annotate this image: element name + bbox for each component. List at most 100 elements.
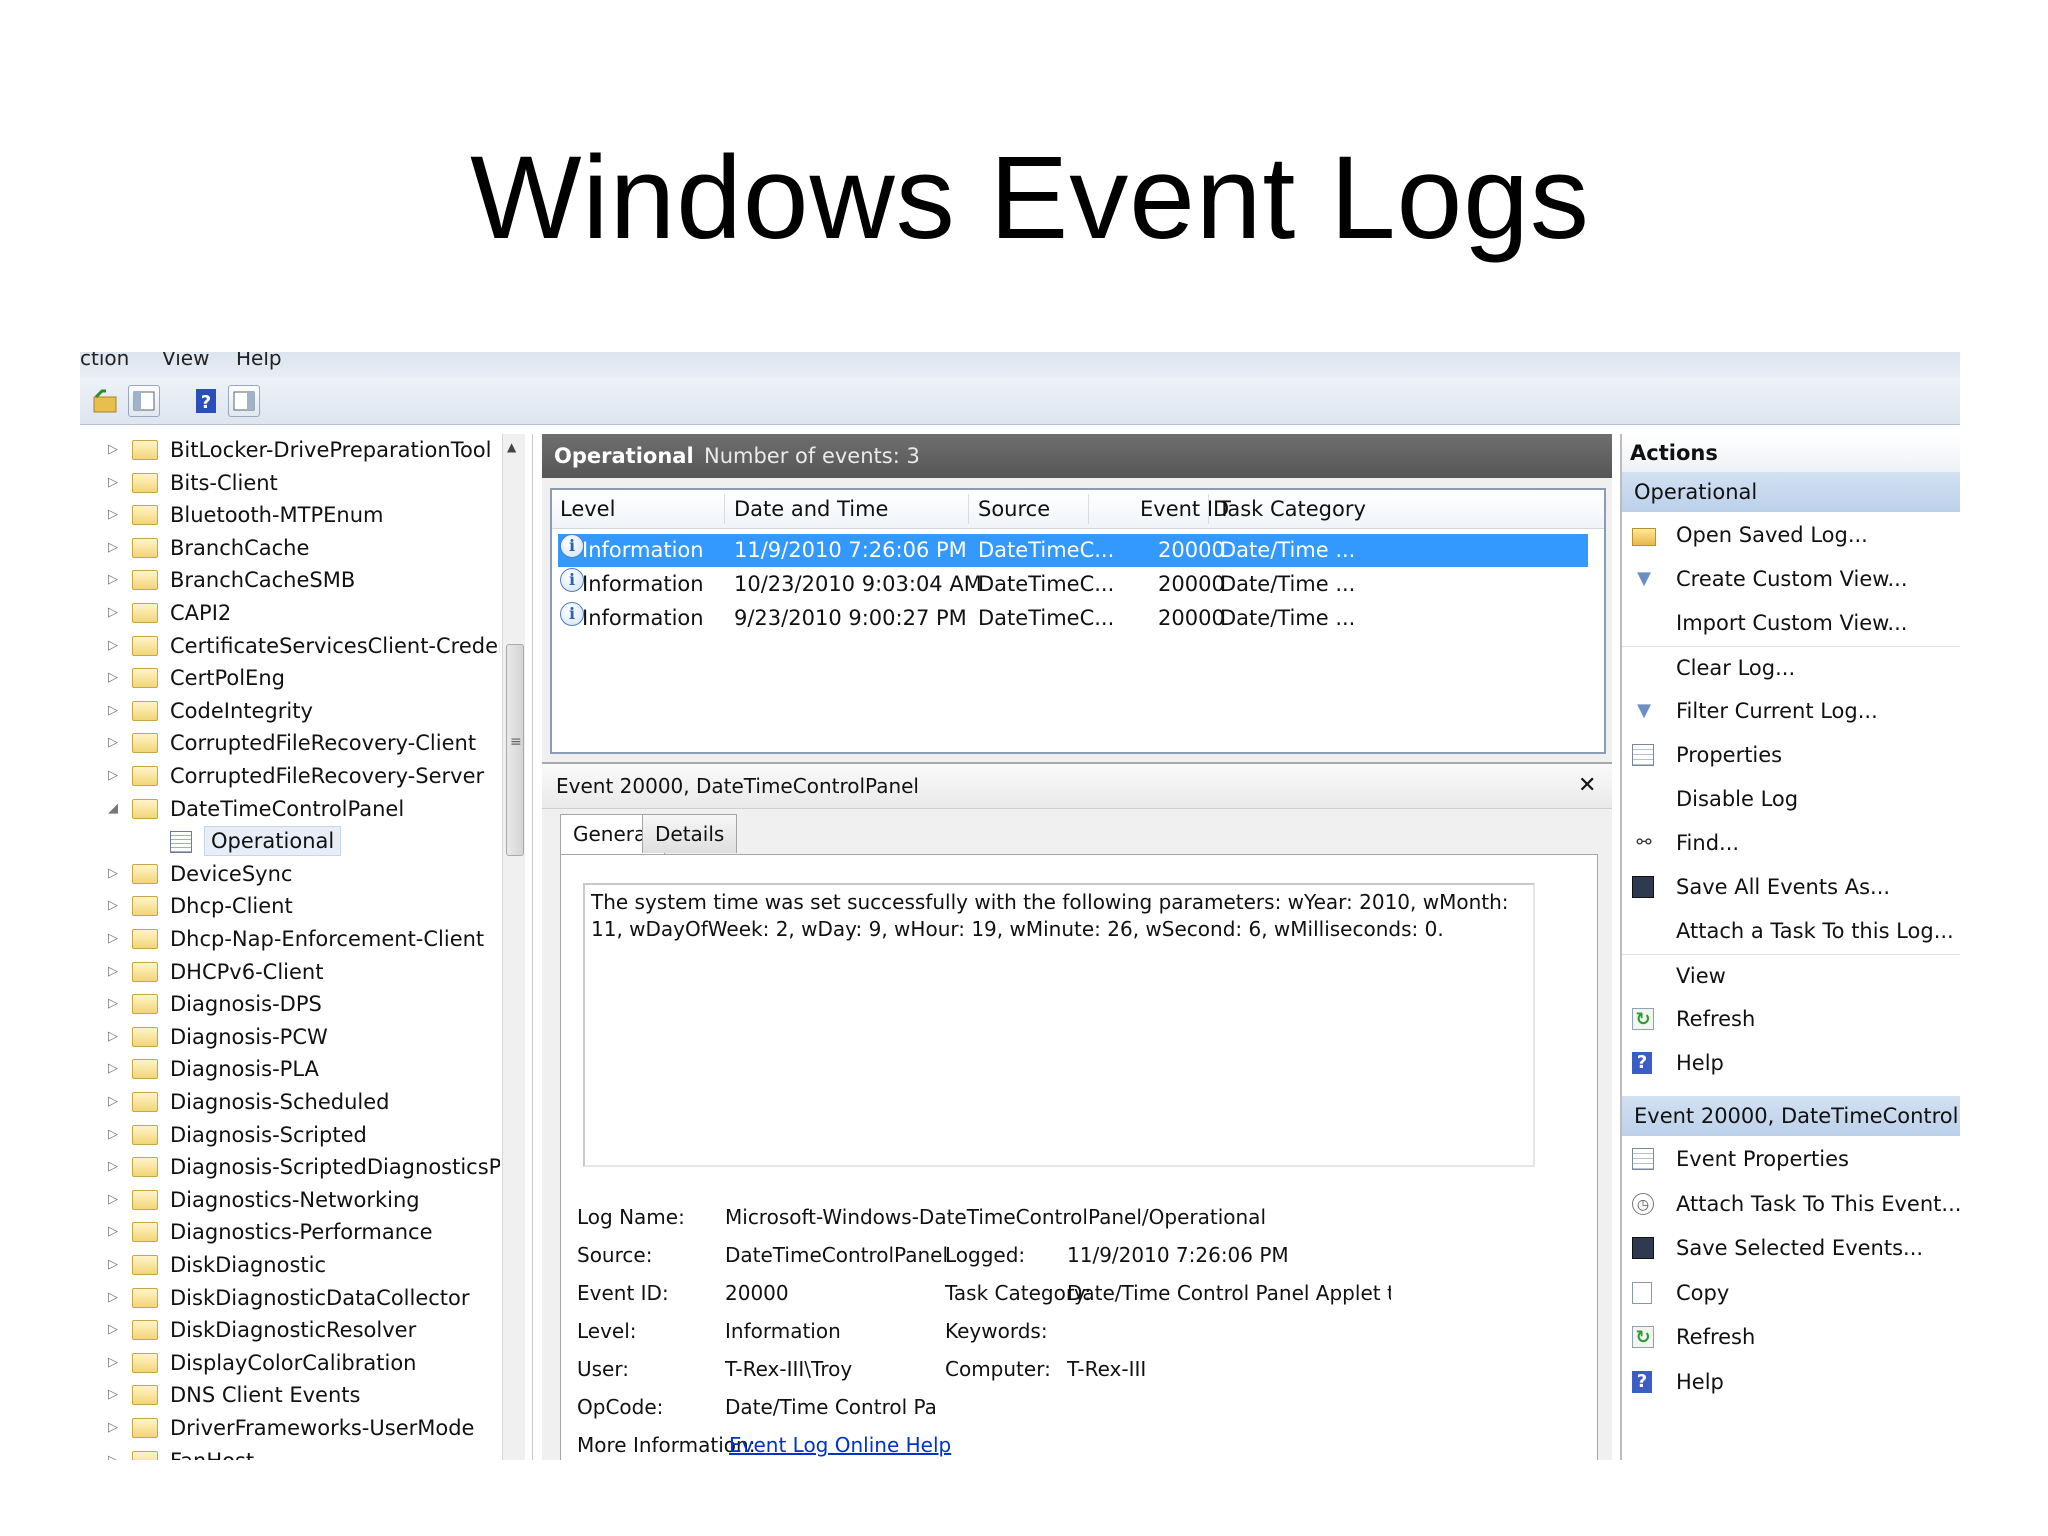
action-event-properties[interactable]: Event Properties — [1622, 1138, 1960, 1180]
expand-triangle-icon[interactable]: ▷ — [108, 499, 118, 531]
tree-item[interactable]: ▷ Dhcp-Client — [80, 890, 500, 922]
tree-item[interactable]: ▷ CorruptedFileRecovery-Server — [80, 760, 500, 792]
action-disable-log[interactable]: Disable Log — [1622, 778, 1960, 820]
expand-triangle-icon[interactable]: ▷ — [108, 727, 118, 759]
tree-item[interactable]: ▷ Diagnosis-Scripted — [80, 1119, 500, 1151]
action-help[interactable]: ? Help — [1622, 1361, 1960, 1403]
tree-item[interactable]: ▷ DeviceSync — [80, 858, 500, 890]
action-import-custom-view[interactable]: Import Custom View... — [1622, 602, 1960, 644]
scroll-thumb[interactable] — [506, 644, 524, 856]
expand-triangle-icon[interactable]: ▷ — [108, 1412, 118, 1444]
action-save-all-events-as[interactable]: Save All Events As... — [1622, 866, 1960, 908]
expand-triangle-icon[interactable]: ▷ — [108, 1119, 118, 1151]
tree-item[interactable]: ▷ DiskDiagnostic — [80, 1249, 500, 1281]
col-date-time[interactable]: Date and Time — [734, 497, 888, 521]
tree-item[interactable]: ▷ Bluetooth-MTPEnum — [80, 499, 500, 531]
action-create-custom-view[interactable]: ▼ Create Custom View... — [1622, 558, 1960, 600]
tree-item[interactable]: ▷ Diagnosis-PLA — [80, 1053, 500, 1085]
tree-item[interactable]: ▷ CertificateServicesClient-Credentia — [80, 630, 500, 662]
action-properties[interactable]: Properties — [1622, 734, 1960, 776]
expand-triangle-icon[interactable]: ▷ — [108, 1053, 118, 1085]
tree-item[interactable]: ▷ Dhcp-Nap-Enforcement-Client — [80, 923, 500, 955]
expand-triangle-icon[interactable]: ▷ — [108, 597, 118, 629]
expand-triangle-icon[interactable]: ▷ — [108, 890, 118, 922]
section-event[interactable]: Event 20000, DateTimeControlPanel — [1622, 1096, 1960, 1136]
action-filter-current-log[interactable]: ▼ Filter Current Log... — [1622, 690, 1960, 732]
expand-triangle-icon[interactable]: ▷ — [108, 858, 118, 890]
open-folder-icon[interactable] — [90, 385, 122, 417]
collapse-triangle-icon[interactable]: ◢ — [108, 793, 118, 825]
action-clear-log[interactable]: Clear Log... — [1622, 646, 1960, 689]
tree-item[interactable]: ▷ CAPI2 — [80, 597, 500, 629]
tree-item[interactable]: ▷ Diagnosis-ScriptedDiagnosticsProv — [80, 1151, 500, 1183]
tree-item[interactable]: ▷ Diagnosis-PCW — [80, 1021, 500, 1053]
event-row[interactable]: i Information 10/23/2010 9:03:04 AM DateTim… — [558, 568, 1588, 601]
tree-item[interactable]: ▷ DisplayColorCalibration — [80, 1347, 500, 1379]
action-refresh[interactable]: ↻ Refresh — [1622, 998, 1960, 1040]
tree-item[interactable]: ▷ DHCPv6-Client — [80, 956, 500, 988]
col-source[interactable]: Source — [978, 497, 1050, 521]
expand-triangle-icon[interactable]: ▷ — [108, 1086, 118, 1118]
expand-triangle-icon[interactable]: ▷ — [108, 630, 118, 662]
tab-details[interactable]: Details — [642, 814, 738, 853]
col-task-category[interactable]: Task Category — [1218, 497, 1366, 521]
event-row[interactable]: i Information 9/23/2010 9:00:27 PM DateTime… — [558, 602, 1588, 635]
expand-triangle-icon[interactable]: ▷ — [108, 532, 118, 564]
expand-triangle-icon[interactable]: ▷ — [108, 564, 118, 596]
online-help-link[interactable]: Event Log Online Help — [729, 1433, 951, 1457]
tree-item[interactable]: ▷ Diagnosis-DPS — [80, 988, 500, 1020]
section-operational[interactable]: Operational — [1622, 472, 1960, 512]
expand-triangle-icon[interactable]: ▷ — [108, 1021, 118, 1053]
help-icon[interactable]: ? — [190, 385, 222, 417]
col-level[interactable]: Level — [560, 497, 615, 521]
action-refresh[interactable]: ↻ Refresh — [1622, 1316, 1960, 1358]
action-save-selected-events[interactable]: Save Selected Events... — [1622, 1227, 1960, 1269]
tree-item[interactable]: ▷ BitLocker-DrivePreparationTool — [80, 434, 500, 466]
scroll-up-arrow-icon[interactable]: ▲ — [507, 440, 516, 454]
expand-triangle-icon[interactable]: ▷ — [108, 1216, 118, 1248]
tree-item[interactable]: ▷ BranchCache — [80, 532, 500, 564]
action-find[interactable]: ⚯ Find... — [1622, 822, 1960, 864]
expand-triangle-icon[interactable]: ▷ — [108, 1151, 118, 1183]
tree-item[interactable]: ▷ BranchCacheSMB — [80, 564, 500, 596]
expand-triangle-icon[interactable]: ▷ — [108, 1347, 118, 1379]
action-attach-a-task-to-this-log[interactable]: Attach a Task To this Log... — [1622, 910, 1960, 952]
expand-triangle-icon[interactable]: ▷ — [108, 1445, 118, 1460]
action-attach-task-to-this-event[interactable]: ◷ Attach Task To This Event... — [1622, 1183, 1960, 1225]
tree-item[interactable]: ▷ CodeIntegrity — [80, 695, 500, 727]
expand-triangle-icon[interactable]: ▷ — [108, 1282, 118, 1314]
expand-triangle-icon[interactable]: ▷ — [108, 467, 118, 499]
tree-item[interactable]: ▷ CorruptedFileRecovery-Client — [80, 727, 500, 759]
expand-triangle-icon[interactable]: ▷ — [108, 1249, 118, 1281]
expand-triangle-icon[interactable]: ▷ — [108, 1184, 118, 1216]
expand-triangle-icon[interactable]: ▷ — [108, 988, 118, 1020]
tree-item[interactable]: ◢ DateTimeControlPanel — [80, 793, 500, 825]
expand-triangle-icon[interactable]: ▷ — [108, 434, 118, 466]
expand-triangle-icon[interactable]: ▷ — [108, 662, 118, 694]
tree-item[interactable]: ▷ Diagnostics-Performance — [80, 1216, 500, 1248]
expand-triangle-icon[interactable]: ▷ — [108, 923, 118, 955]
tree-item[interactable]: ▷ FanHost — [80, 1445, 500, 1460]
tree-item[interactable]: ▷ Diagnostics-Networking — [80, 1184, 500, 1216]
col-event-id[interactable]: Event ID — [1140, 497, 1229, 521]
menu-action[interactable]: ction — [80, 352, 129, 370]
event-description[interactable]: The system time was set successfully wit… — [583, 883, 1535, 1167]
menu-help[interactable]: Help — [236, 352, 282, 370]
expand-triangle-icon[interactable]: ▷ — [108, 1314, 118, 1346]
tree-item[interactable]: ▷ CertPolEng — [80, 662, 500, 694]
event-row[interactable]: i Information 11/9/2010 7:26:06 PM DateTime… — [558, 534, 1588, 567]
action-open-saved-log[interactable]: Open Saved Log... — [1622, 514, 1960, 556]
close-icon[interactable]: ✕ — [1578, 764, 1596, 808]
tree-item[interactable]: ▷ Bits-Client — [80, 467, 500, 499]
tree-item[interactable]: ▷ Diagnosis-Scheduled — [80, 1086, 500, 1118]
tree-item[interactable]: ▷ DriverFrameworks-UserMode — [80, 1412, 500, 1444]
show-hide-tree-icon[interactable] — [128, 385, 160, 417]
tree-item-operational[interactable]: Operational — [80, 825, 500, 857]
action-view[interactable]: View — [1622, 954, 1960, 997]
tree-item[interactable]: ▷ DNS Client Events — [80, 1379, 500, 1411]
expand-triangle-icon[interactable]: ▷ — [108, 1379, 118, 1411]
expand-triangle-icon[interactable]: ▷ — [108, 956, 118, 988]
action-copy[interactable]: Copy — [1622, 1272, 1960, 1314]
expand-triangle-icon[interactable]: ▷ — [108, 695, 118, 727]
tree-item[interactable]: ▷ DiskDiagnosticDataCollector — [80, 1282, 500, 1314]
